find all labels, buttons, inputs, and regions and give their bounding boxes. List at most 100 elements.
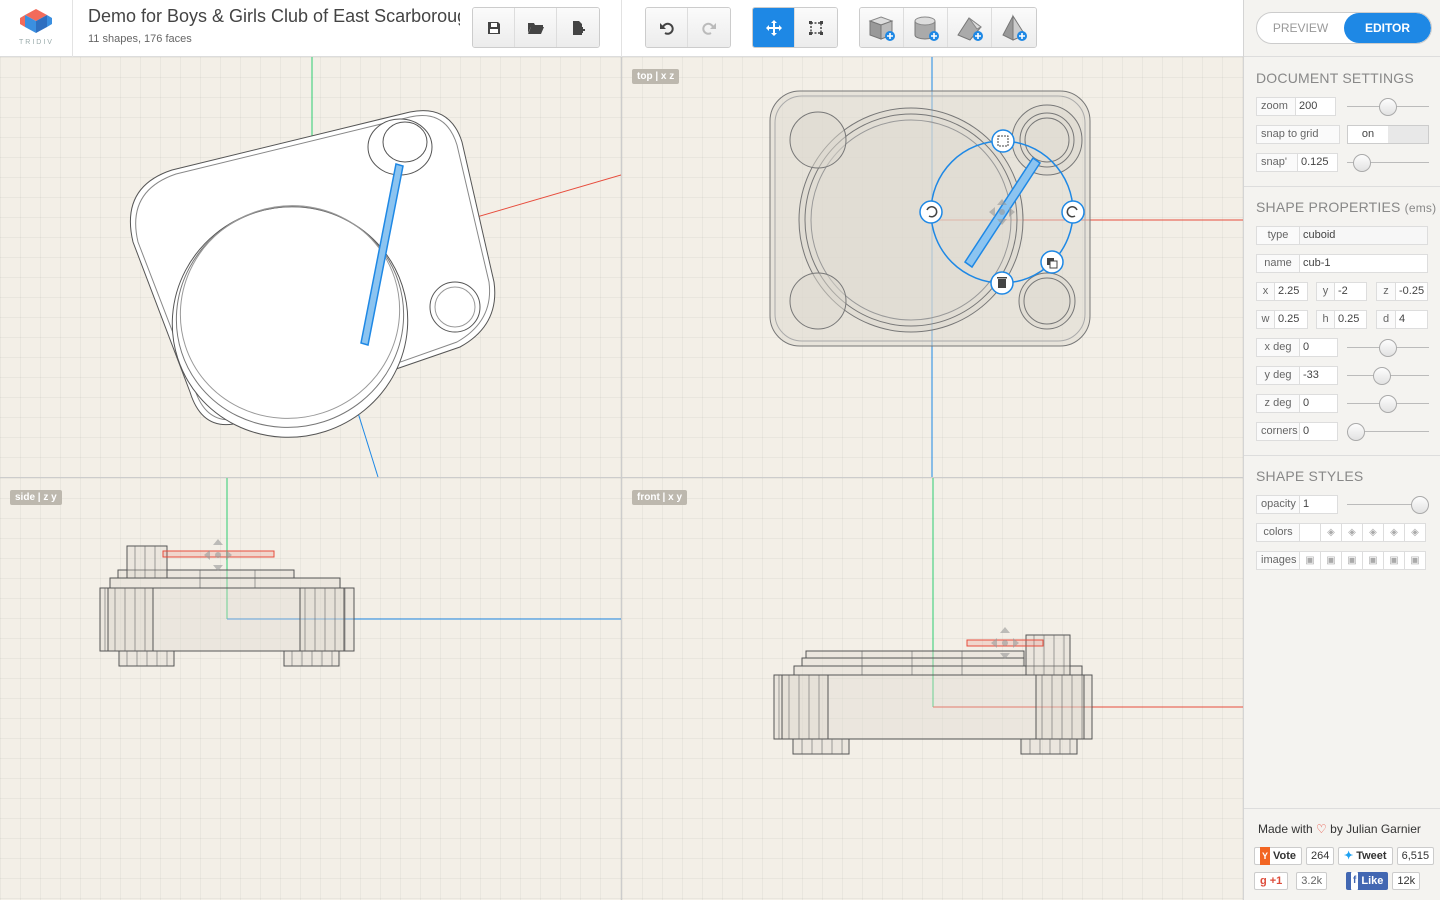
tool-button-group [752, 7, 838, 48]
slider-knob[interactable] [1411, 496, 1429, 514]
viewport-label-front: front | x y [632, 490, 688, 505]
add-pyramid-button[interactable] [992, 8, 1036, 47]
x-deg-input[interactable]: 0 [1300, 338, 1338, 357]
open-button[interactable] [515, 8, 557, 47]
facebook-like-widget: f Like 12k [1346, 872, 1421, 890]
x-input[interactable]: 2.25 [1275, 282, 1308, 301]
snap-slider[interactable] [1347, 153, 1429, 172]
perspective-viewport[interactable] [0, 57, 621, 477]
top-canvas [769, 57, 1243, 477]
add-cube-icon [868, 15, 895, 41]
undo-button[interactable] [646, 8, 688, 47]
tridiv-logo[interactable]: TRIDIV [0, 0, 73, 57]
redo-button[interactable] [688, 8, 730, 47]
fill-bucket-icon[interactable]: ◈ [1384, 523, 1405, 542]
preview-mode-button[interactable]: PREVIEW [1257, 13, 1344, 43]
tweet-widget: ✦ Tweet 6,515 [1338, 847, 1435, 865]
slider-knob[interactable] [1373, 367, 1392, 385]
h-input[interactable]: 0.25 [1335, 310, 1367, 329]
y-label: y [1316, 282, 1335, 301]
corners-slider[interactable] [1347, 422, 1429, 441]
name-row: name cub-1 [1256, 254, 1428, 273]
zoom-slider[interactable] [1347, 97, 1429, 116]
fill-bucket-icon[interactable]: ◈ [1321, 523, 1342, 542]
move-tool-button[interactable] [753, 8, 795, 47]
google-plus-button[interactable]: g +1 [1254, 872, 1289, 890]
d-label: d [1376, 310, 1396, 329]
google-plus-icon: g [1260, 875, 1267, 887]
slider-knob[interactable] [1379, 395, 1397, 413]
slider-knob[interactable] [1379, 339, 1397, 357]
images-row: images ▣ ▣ ▣ ▣ ▣ ▣ [1256, 551, 1426, 570]
like-label: Like [1361, 875, 1384, 887]
snap-to-grid-row: snap to grid [1256, 125, 1340, 144]
slider-knob[interactable] [1347, 423, 1365, 441]
section-title: SHAPE STYLES [1256, 468, 1364, 484]
heart-icon: ♡ [1316, 822, 1327, 836]
image-icon[interactable]: ▣ [1405, 551, 1426, 570]
y-deg-slider[interactable] [1347, 366, 1429, 385]
corners-input[interactable]: 0 [1300, 422, 1338, 441]
z-deg-slider[interactable] [1347, 394, 1429, 413]
tweet-label: Tweet [1356, 850, 1387, 862]
viewport-divider-horizontal[interactable] [0, 477, 1243, 478]
snap-toggle-knob[interactable] [1388, 126, 1428, 143]
facebook-like-button[interactable]: f Like [1346, 872, 1389, 890]
snap-row: snap' 0.125 [1256, 153, 1338, 172]
y-deg-row: y deg -33 [1256, 366, 1338, 385]
x-label: x [1256, 282, 1275, 301]
z-deg-row: z deg 0 [1256, 394, 1338, 413]
front-viewport[interactable]: front | x y [622, 478, 1243, 900]
fill-bucket-icon[interactable]: ◈ [1342, 523, 1363, 542]
name-input[interactable]: cub-1 [1300, 254, 1428, 273]
x-deg-slider[interactable] [1347, 338, 1429, 357]
save-button[interactable] [473, 8, 515, 47]
top-viewport[interactable]: top | x z [622, 57, 1243, 477]
color-swatch-main[interactable] [1300, 523, 1321, 542]
new-file-button[interactable] [557, 8, 599, 47]
viewport-label-top: top | x z [632, 69, 680, 84]
snap-input[interactable]: 0.125 [1298, 153, 1338, 172]
tweet-button[interactable]: ✦ Tweet [1338, 847, 1393, 865]
select-icon [809, 20, 823, 35]
document-title[interactable]: Demo for Boys & Girls Club of East Scarb… [88, 6, 460, 27]
image-icon[interactable]: ▣ [1300, 551, 1321, 570]
add-pyramid-icon [1002, 13, 1027, 41]
corners-row: corners 0 [1256, 422, 1338, 441]
vote-button[interactable]: Y Vote [1254, 847, 1303, 865]
opacity-input[interactable]: 1 [1300, 495, 1338, 514]
add-cube-button[interactable] [860, 8, 904, 47]
y-deg-input[interactable]: -33 [1300, 366, 1338, 385]
shape-properties-title: SHAPE PROPERTIES [1256, 199, 1401, 215]
image-icon[interactable]: ▣ [1342, 551, 1363, 570]
author-link[interactable]: by Julian Garnier [1330, 822, 1421, 836]
open-folder-icon [527, 22, 544, 34]
image-icon[interactable]: ▣ [1321, 551, 1342, 570]
zoom-input[interactable]: 200 [1296, 97, 1336, 116]
viewport-divider-vertical[interactable] [621, 57, 622, 900]
d-input[interactable]: 4 [1396, 310, 1428, 329]
z-deg-input[interactable]: 0 [1300, 394, 1338, 413]
add-prism-button[interactable] [948, 8, 992, 47]
y-input[interactable]: -2 [1335, 282, 1367, 301]
slider-knob[interactable] [1379, 98, 1397, 116]
select-tool-button[interactable] [795, 8, 837, 47]
editor-mode-button[interactable]: EDITOR [1344, 13, 1431, 43]
mode-toggle[interactable]: PREVIEW EDITOR [1256, 12, 1432, 44]
image-icon[interactable]: ▣ [1363, 551, 1384, 570]
z-input[interactable]: -0.25 [1396, 282, 1428, 301]
image-icon[interactable]: ▣ [1384, 551, 1405, 570]
save-icon [487, 21, 500, 34]
google-plus-label: +1 [1269, 875, 1283, 887]
w-input[interactable]: 0.25 [1275, 310, 1308, 329]
slider-knob[interactable] [1353, 154, 1372, 172]
toolbar-divider [621, 0, 622, 57]
side-viewport[interactable]: side | z y [0, 478, 621, 900]
snap-to-grid-toggle[interactable]: on [1347, 125, 1429, 144]
units-label: (ems) [1404, 201, 1437, 215]
facebook-like-count: 12k [1392, 872, 1421, 890]
add-cylinder-button[interactable] [904, 8, 948, 47]
fill-bucket-icon[interactable]: ◈ [1363, 523, 1384, 542]
opacity-slider[interactable] [1347, 495, 1429, 514]
fill-bucket-icon[interactable]: ◈ [1405, 523, 1426, 542]
